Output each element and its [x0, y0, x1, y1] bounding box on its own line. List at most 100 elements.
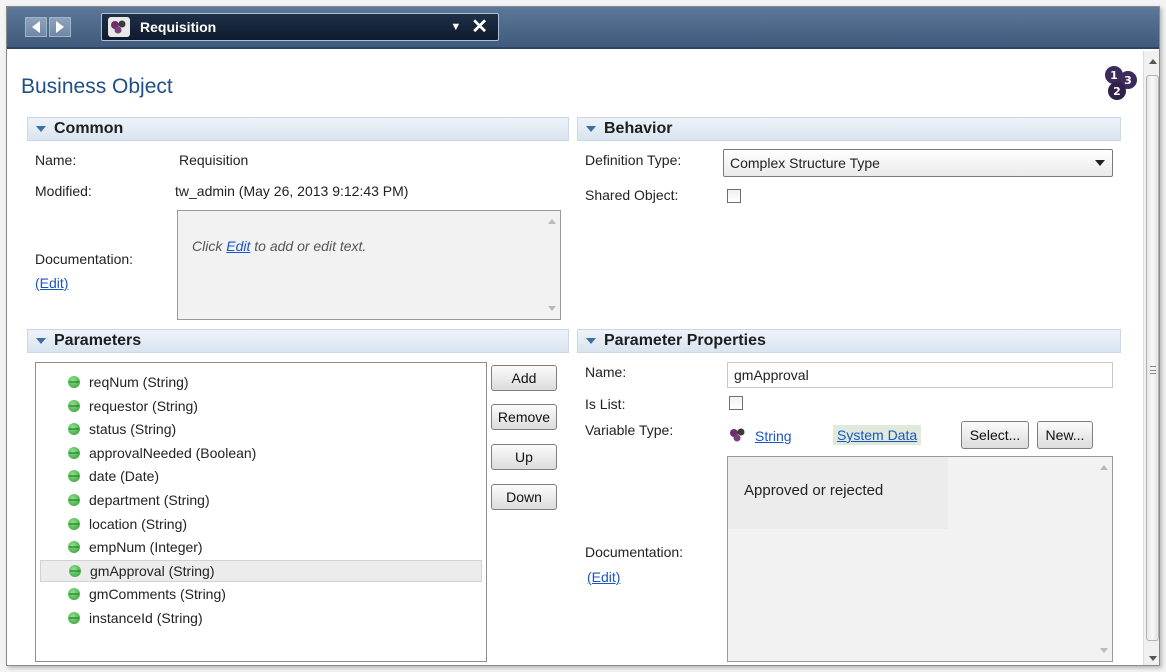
common-modified-label: Modified: [35, 183, 92, 199]
scroll-down-icon [1100, 648, 1108, 653]
collapse-caret-icon [586, 338, 596, 344]
param-documentation-scrollbar[interactable] [1096, 457, 1112, 661]
parameter-dot-icon [68, 541, 80, 554]
parameter-list-item[interactable]: requestor (String) [40, 395, 482, 417]
new-type-button[interactable]: New... [1037, 421, 1093, 449]
parameter-list-item[interactable]: department (String) [40, 489, 482, 511]
common-section-header[interactable]: Common [27, 117, 569, 141]
behavior-section-header[interactable]: Behavior [577, 117, 1121, 141]
business-object-icon [108, 17, 130, 37]
select-type-button[interactable]: Select... [961, 421, 1029, 449]
system-data-link[interactable]: System Data [833, 425, 922, 445]
scroll-up-icon [1149, 59, 1157, 64]
definition-type-select[interactable]: Complex Structure Type [723, 149, 1113, 177]
close-icon[interactable]: ✕ [471, 17, 488, 37]
param-documentation-textarea[interactable]: Approved or rejected [727, 456, 1113, 662]
remove-parameter-button[interactable]: Remove [491, 404, 557, 430]
common-documentation-label: Documentation: [35, 251, 134, 267]
parameters-section-header[interactable]: Parameters [27, 329, 569, 353]
move-down-button[interactable]: Down [491, 484, 557, 510]
parameter-list-item[interactable]: date (Date) [40, 465, 482, 487]
parameter-list-item[interactable]: status (String) [40, 418, 482, 440]
main-vertical-scrollbar[interactable] [1143, 51, 1159, 665]
param-name-label: Name: [585, 364, 627, 380]
common-documentation-edit-link[interactable]: (Edit) [35, 275, 68, 291]
page-title: Business Object [21, 75, 173, 98]
shared-object-checkbox[interactable] [727, 189, 741, 203]
chevron-down-icon [1095, 160, 1105, 166]
behavior-header-label: Behavior [604, 120, 673, 137]
param-name-input[interactable]: gmApproval [727, 362, 1113, 388]
parameter-label: empNum (Integer) [89, 539, 203, 556]
parameters-header-label: Parameters [54, 332, 142, 349]
param-documentation-edit-link[interactable]: (Edit) [587, 569, 620, 585]
variable-type-label: Variable Type: [585, 422, 674, 438]
parameter-list-item[interactable]: reqNum (String) [40, 371, 482, 393]
parameter-list-item[interactable]: empNum (Integer) [40, 536, 482, 558]
parameter-label: date (Date) [89, 468, 160, 485]
parameter-list-item[interactable]: instanceId (String) [40, 607, 482, 629]
parameter-label: gmComments (String) [89, 586, 226, 603]
common-documentation-textarea[interactable]: Click Edit to add or edit text. [177, 210, 561, 320]
common-name-value: Requisition [179, 152, 249, 168]
is-list-checkbox[interactable] [729, 396, 743, 410]
scroll-down-icon [1149, 656, 1157, 661]
scroll-up-icon [1100, 465, 1108, 470]
document-tab[interactable]: Requisition ▼ ✕ [101, 13, 499, 41]
forward-button[interactable] [49, 17, 71, 37]
parameter-label: location (String) [89, 515, 188, 532]
parameter-label: department (String) [89, 492, 210, 508]
document-tab-title: Requisition [140, 19, 217, 35]
move-up-button[interactable]: Up [491, 444, 557, 470]
collapse-caret-icon [36, 338, 46, 344]
param-documentation-text: Approved or rejected [744, 482, 884, 499]
forward-arrow-icon [56, 21, 64, 33]
parameter-dot-icon [68, 423, 80, 436]
history-nav [25, 17, 71, 37]
tab-dropdown-icon[interactable]: ▼ [450, 21, 461, 33]
doc-placeholder-edit-link[interactable]: Edit [226, 238, 250, 254]
parameter-label: requestor (String) [89, 397, 198, 414]
collapse-caret-icon [586, 126, 596, 132]
svg-text:3: 3 [1124, 74, 1132, 87]
parameter-dot-icon [68, 612, 80, 624]
parameters-list[interactable]: reqNum (String) requestor (String) status … [35, 362, 487, 662]
parameter-properties-section-header[interactable]: Parameter Properties [577, 329, 1121, 353]
scroll-grip-icon [1150, 366, 1156, 374]
parameter-dot-icon [68, 399, 80, 412]
parameter-list-item[interactable]: location (String) [40, 513, 482, 535]
parameter-properties-header-label: Parameter Properties [604, 332, 766, 349]
business-object-icon [729, 427, 747, 443]
definition-type-label: Definition Type: [585, 152, 682, 168]
param-documentation-label: Documentation: [585, 544, 684, 560]
doc-placeholder-suffix: to add or edit text. [250, 238, 367, 254]
parameter-list-item[interactable]: gmApproval (String) [40, 559, 482, 582]
parameter-label: reqNum (String) [89, 374, 189, 390]
parameter-dot-icon [68, 517, 80, 530]
definition-type-value: Complex Structure Type [730, 155, 880, 171]
common-header-label: Common [54, 120, 124, 137]
parameter-label: approvalNeeded (Boolean) [89, 444, 257, 461]
parameter-list-item[interactable]: approvalNeeded (Boolean) [40, 442, 482, 464]
parameter-list-item[interactable]: gmComments (String) [40, 583, 482, 605]
add-parameter-button[interactable]: Add [491, 365, 557, 391]
parameter-label: gmApproval (String) [90, 562, 215, 579]
numbered-steps-icon: 1 3 2 [1105, 66, 1137, 100]
documentation-scrollbar[interactable] [544, 211, 560, 319]
is-list-label: Is List: [585, 396, 626, 412]
parameter-dot-icon [68, 446, 80, 459]
scrollbar-thumb[interactable] [1146, 75, 1159, 641]
variable-type-link[interactable]: String [755, 428, 792, 444]
collapse-caret-icon [36, 126, 46, 132]
scroll-up-icon [548, 219, 556, 224]
parameter-dot-icon [68, 470, 80, 483]
documentation-placeholder: Click Edit to add or edit text. [192, 238, 366, 254]
editor-tab-bar: Requisition ▼ ✕ [7, 7, 1159, 49]
back-button[interactable] [25, 17, 47, 37]
parameter-label: status (String) [89, 421, 177, 438]
svg-text:1: 1 [1110, 69, 1118, 82]
parameter-dot-icon [69, 564, 81, 577]
doc-placeholder-prefix: Click [192, 238, 227, 254]
svg-text:2: 2 [1113, 85, 1121, 98]
common-name-label: Name: [35, 152, 77, 168]
